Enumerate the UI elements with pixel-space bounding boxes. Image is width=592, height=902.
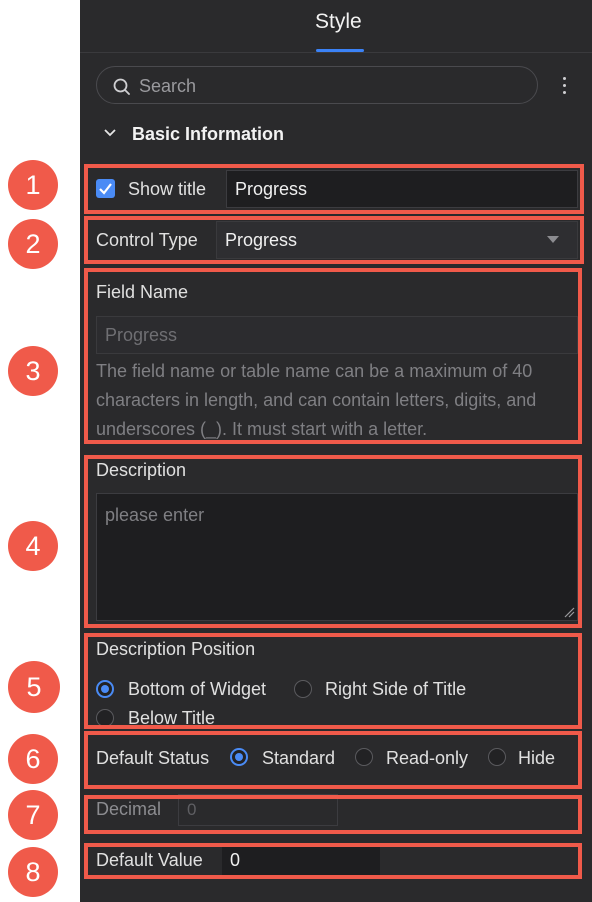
highlight-box-6 — [84, 731, 582, 789]
highlight-box-4 — [84, 455, 582, 628]
highlight-box-7 — [84, 795, 582, 834]
chevron-down-icon[interactable] — [103, 128, 117, 138]
annotation-badge-8: 8 — [8, 847, 58, 897]
search-icon — [113, 78, 130, 95]
tab-active-indicator — [316, 49, 364, 52]
annotation-badge-2: 2 — [8, 219, 58, 269]
highlight-box-5 — [84, 633, 582, 729]
section-title[interactable]: Basic Information — [132, 124, 284, 145]
annotation-badge-7: 7 — [8, 790, 58, 840]
annotation-badge-5: 5 — [8, 661, 60, 713]
annotation-badge-6: 6 — [8, 734, 58, 784]
highlight-box-2 — [84, 216, 584, 264]
search-input[interactable] — [137, 74, 521, 98]
highlight-box-3 — [84, 268, 582, 444]
more-options-icon[interactable] — [557, 74, 573, 98]
annotation-badge-4: 4 — [8, 521, 58, 571]
highlight-box-1 — [84, 164, 584, 214]
tab-style[interactable]: Style — [315, 10, 362, 34]
annotation-badge-1: 1 — [8, 160, 58, 210]
highlight-box-8 — [84, 843, 582, 879]
annotation-badge-3: 3 — [8, 346, 58, 396]
search-box[interactable] — [96, 66, 538, 104]
